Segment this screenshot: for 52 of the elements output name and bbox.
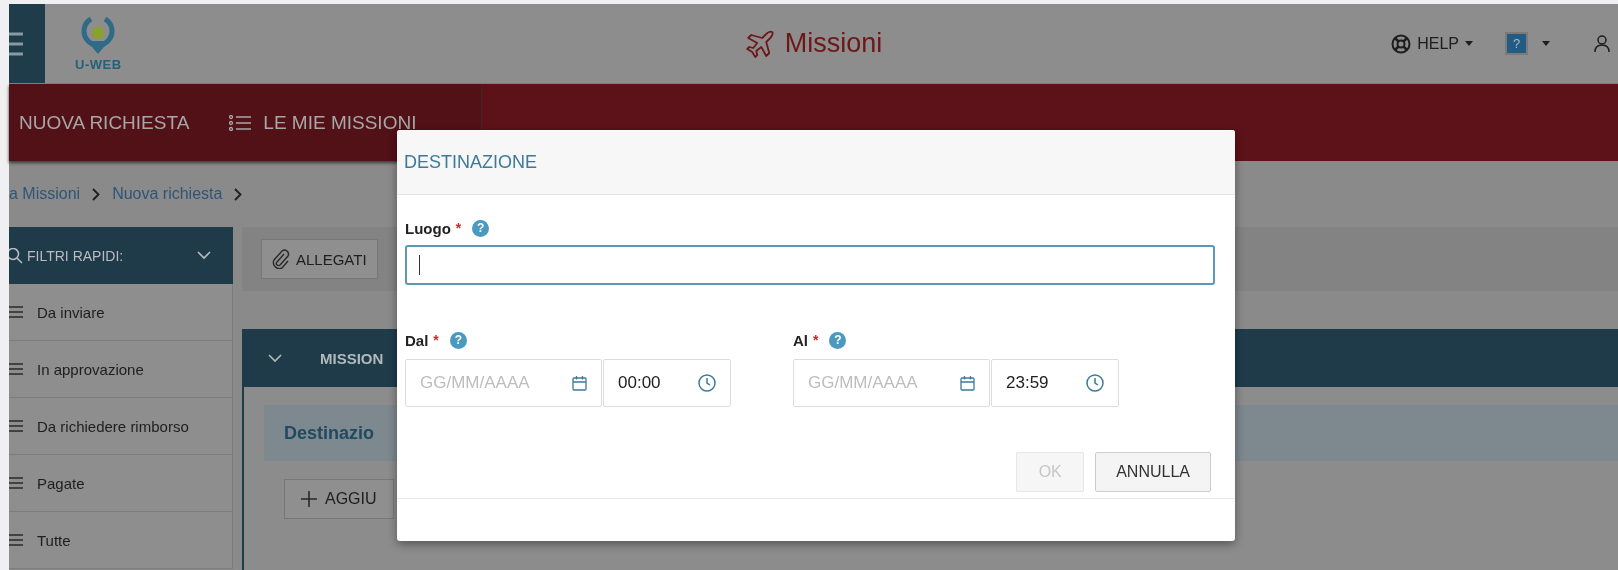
list-icon <box>229 114 252 131</box>
list-icon <box>9 534 23 546</box>
chevron-down-icon <box>197 251 211 260</box>
input-field[interactable] <box>405 245 1215 285</box>
field-label: Dal <box>405 331 429 349</box>
time-field[interactable]: 00:00 <box>603 359 731 407</box>
logo-text: U-WEB <box>75 57 122 72</box>
filter-header[interactable]: FILTRI RAPIDI: <box>9 227 233 284</box>
chevron-right-icon <box>234 187 243 201</box>
clock-icon <box>698 374 716 392</box>
add-button[interactable]: AGGIU <box>284 479 394 519</box>
help-icon[interactable]: ? <box>472 219 490 237</box>
required-mark: * <box>433 332 439 348</box>
lifebuoy-icon <box>1391 33 1412 54</box>
dialog-header: DESTINAZIONE <box>397 130 1235 195</box>
nav-link[interactable]: NUOVA RICHIESTA <box>19 111 190 134</box>
menu-button[interactable] <box>9 4 45 83</box>
required-mark: * <box>455 220 462 236</box>
paperclip-icon <box>272 249 290 269</box>
plus-icon <box>301 491 317 507</box>
search-icon <box>9 247 23 264</box>
field-label: Al <box>793 331 808 349</box>
help-menu[interactable]: HELP <box>1391 33 1473 54</box>
required-mark: * <box>813 332 819 348</box>
airplane-icon <box>744 28 775 59</box>
location-pin-icon <box>81 15 116 55</box>
calendar-icon <box>960 375 975 391</box>
chevron-right-icon <box>92 187 101 201</box>
help-icon[interactable]: ? <box>449 331 467 349</box>
user-icon[interactable] <box>1594 34 1610 53</box>
sidebar-item[interactable]: In approvazione <box>9 341 233 398</box>
calendar-icon <box>572 375 587 391</box>
chevron-down-icon <box>268 353 282 363</box>
field-label: Luogo <box>405 219 451 237</box>
caret-icon[interactable] <box>1542 41 1550 46</box>
menu-icon <box>9 30 23 57</box>
manual-button[interactable]: ? <box>1505 32 1528 55</box>
time-field[interactable]: 23:59 <box>991 359 1119 407</box>
sidebar-item[interactable]: Da richiedere rimborso <box>9 398 233 455</box>
help-icon[interactable]: ? <box>829 331 847 349</box>
list-icon <box>9 363 23 375</box>
caret-icon <box>1465 41 1473 46</box>
app-title: Missioni <box>784 28 883 59</box>
list-icon <box>9 477 23 489</box>
cancel-button[interactable]: ANNULLA <box>1095 452 1211 492</box>
list-icon <box>9 420 23 432</box>
sidebar-item[interactable]: Pagate <box>9 455 233 512</box>
sidebar-item[interactable]: Da inviare <box>9 284 233 341</box>
attachments-button[interactable]: ALLEGATI <box>261 239 378 279</box>
clock-icon <box>1086 374 1104 392</box>
sidebar-item[interactable]: Tutte <box>9 512 233 569</box>
list-icon <box>9 306 23 318</box>
